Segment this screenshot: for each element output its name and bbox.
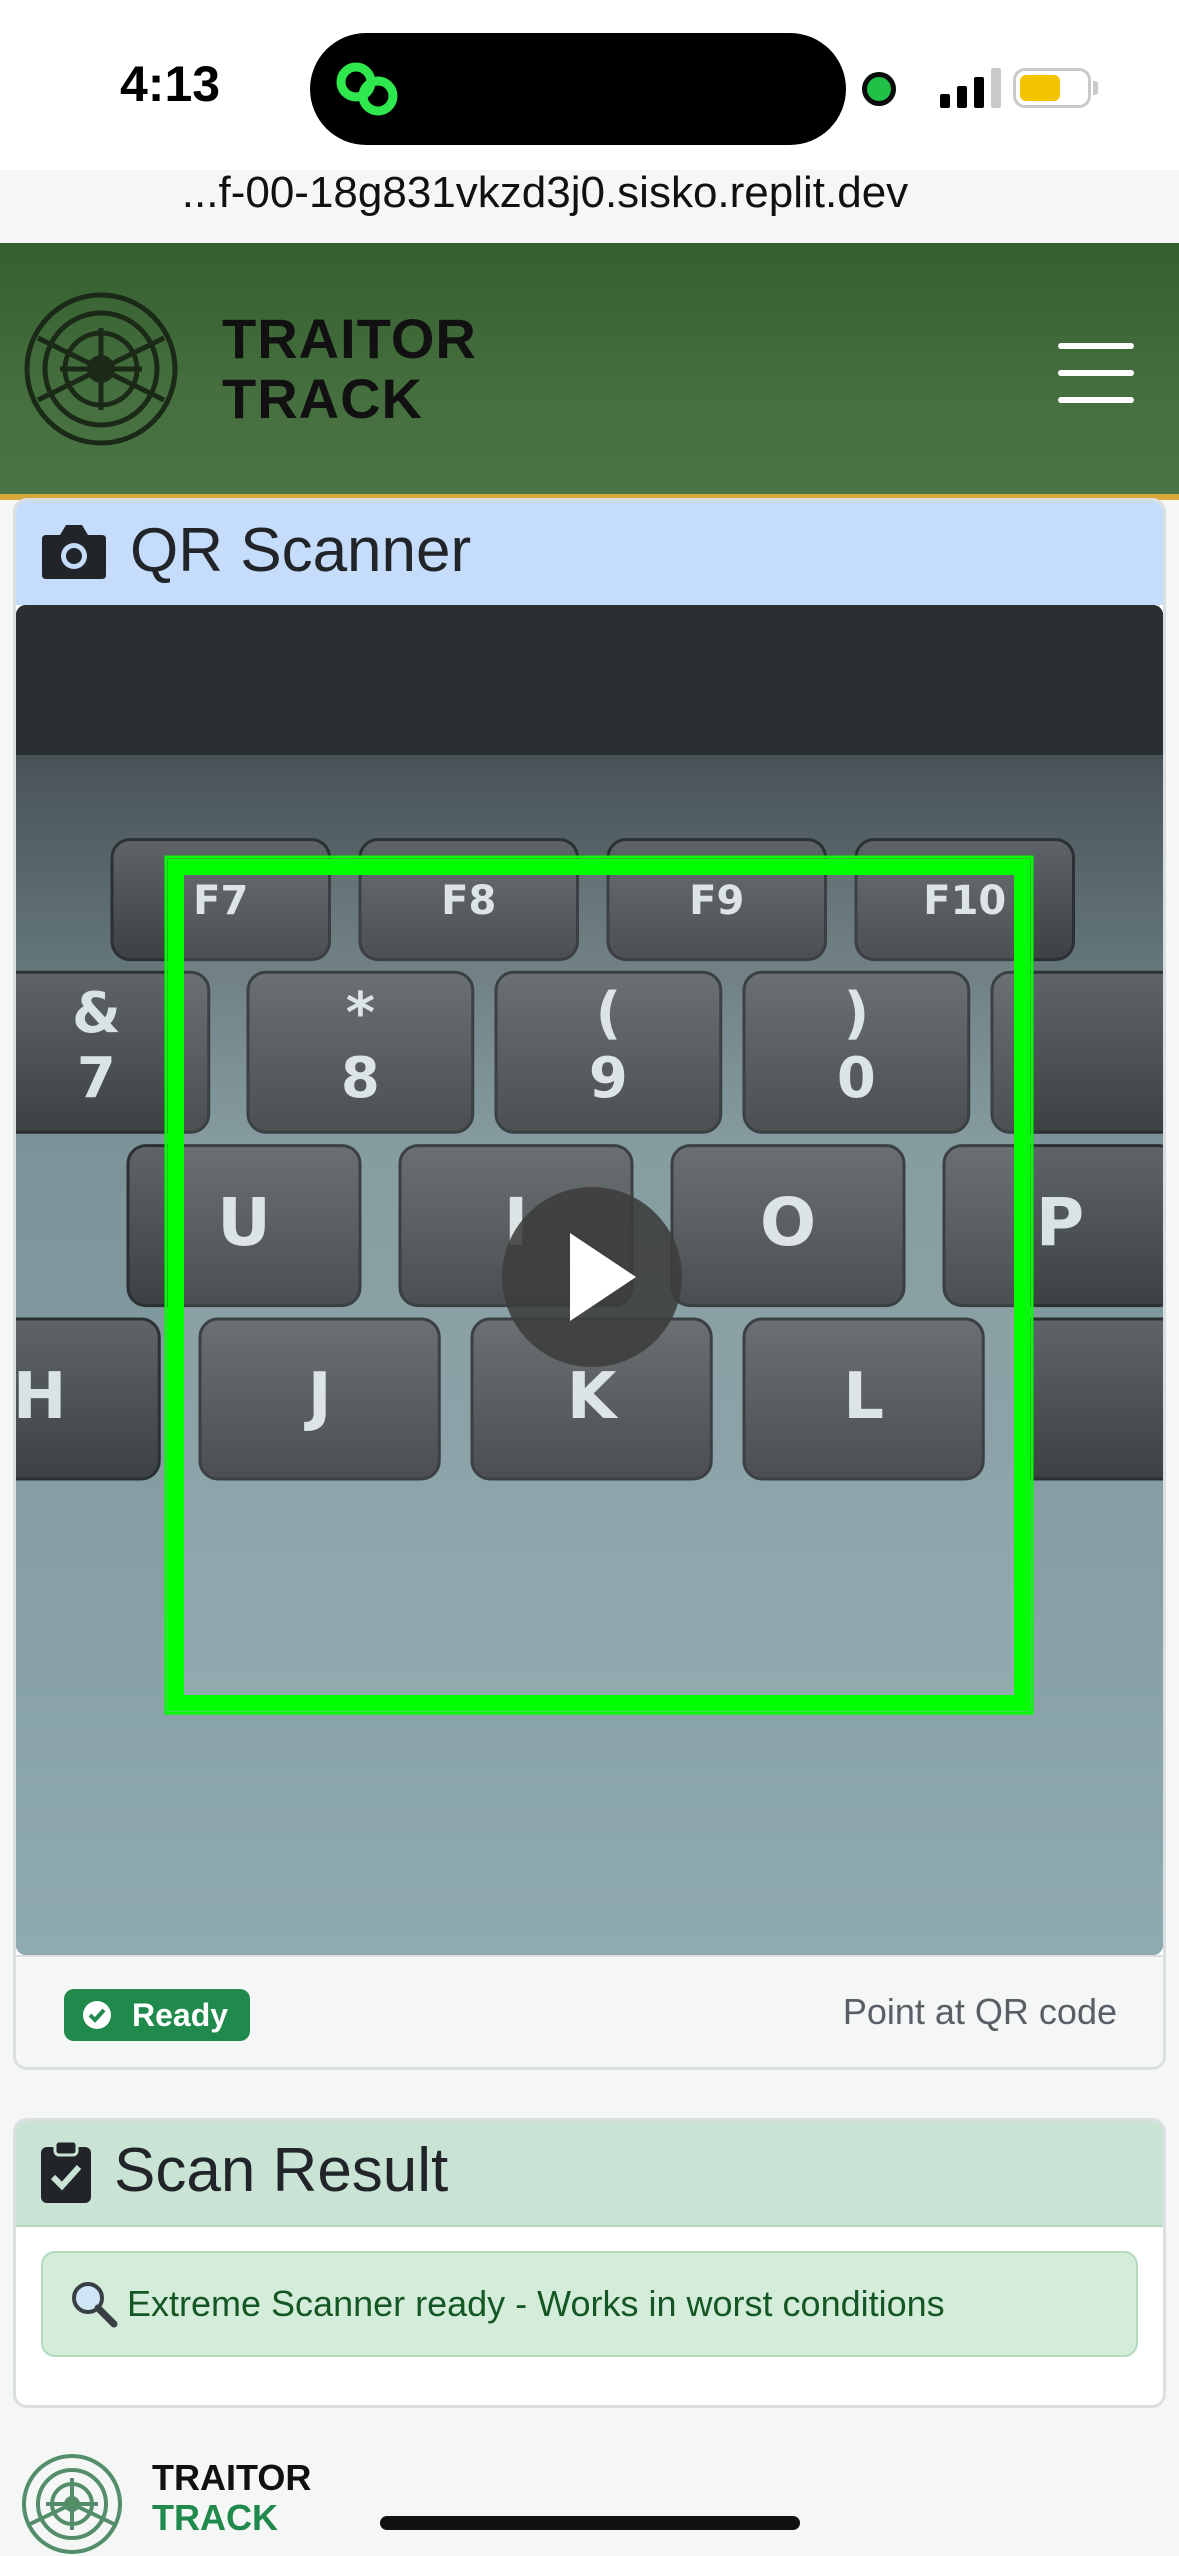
footer-logo: [22, 2454, 122, 2554]
footer-brand: TRAITOR TRACK: [152, 2458, 311, 2538]
camera-icon: [42, 525, 106, 579]
keyboard-camera-image: F7F8F9F10&7*8(9)0UIOPHJKL: [16, 605, 1163, 1955]
scanner-hint: Point at QR code: [842, 1991, 1117, 2032]
cellular-signal-icon: [940, 68, 1001, 108]
status-badge: Ready: [64, 1989, 251, 2041]
battery-icon: [1013, 68, 1091, 108]
check-circle-icon: [83, 2001, 111, 2029]
app-header: TRAITOR TRACK: [0, 243, 1179, 500]
footer-brand-line-1: TRAITOR: [152, 2457, 312, 2498]
status-bar: 4:13 ...f-00-18g831vkzd3j0.sisko.replit.…: [0, 0, 1179, 217]
scan-result-title: Scan Result: [114, 2136, 449, 2205]
home-indicator[interactable]: [380, 2516, 800, 2530]
qr-scanner-title: QR Scanner: [130, 516, 472, 585]
browser-url[interactable]: ...f-00-18g831vkzd3j0.sisko.replit.dev: [0, 168, 1090, 218]
scanner-status-bar: Ready Point at QR code: [16, 1955, 1163, 2067]
scan-result-card: Scan Result Extreme Scanner ready - Work…: [13, 2118, 1166, 2408]
hamburger-menu-icon[interactable]: [1058, 343, 1134, 403]
key-label: H: [16, 1360, 66, 1434]
link-activity-icon: [336, 62, 398, 116]
battery-nub: [1093, 81, 1098, 95]
key-label: P: [1036, 1184, 1084, 1261]
camera-video-feed[interactable]: F7F8F9F10&7*8(9)0UIOPHJKL: [16, 605, 1163, 1955]
status-badge-label: Ready: [132, 1997, 229, 2033]
status-time: 4:13: [120, 56, 221, 112]
scan-result-message: Extreme Scanner ready - Works in worst c…: [41, 2251, 1138, 2357]
camera-in-use-indicator: [862, 72, 896, 106]
brand-name[interactable]: TRAITOR TRACK: [222, 309, 477, 429]
clipboard-check-icon: [41, 2139, 91, 2203]
scan-result-header: Scan Result: [16, 2121, 1163, 2227]
key-label: 7: [77, 1046, 116, 1111]
qr-scanner-header: QR Scanner: [16, 501, 1163, 605]
scan-result-text: Extreme Scanner ready - Works in worst c…: [127, 2283, 945, 2324]
traitor-track-logo: [24, 292, 178, 446]
brand-line-1: TRAITOR: [222, 307, 477, 370]
keyboard-key: [1014, 1317, 1163, 1481]
brand-line-2: TRACK: [222, 367, 423, 430]
footer-brand-line-2: TRACK: [152, 2497, 278, 2538]
magnifier-icon: [72, 2282, 118, 2328]
key-label: &: [72, 981, 121, 1046]
qr-scanner-card: QR Scanner F7F8F9F10&7*8(9)0UIOPHJKL: [13, 498, 1166, 2070]
